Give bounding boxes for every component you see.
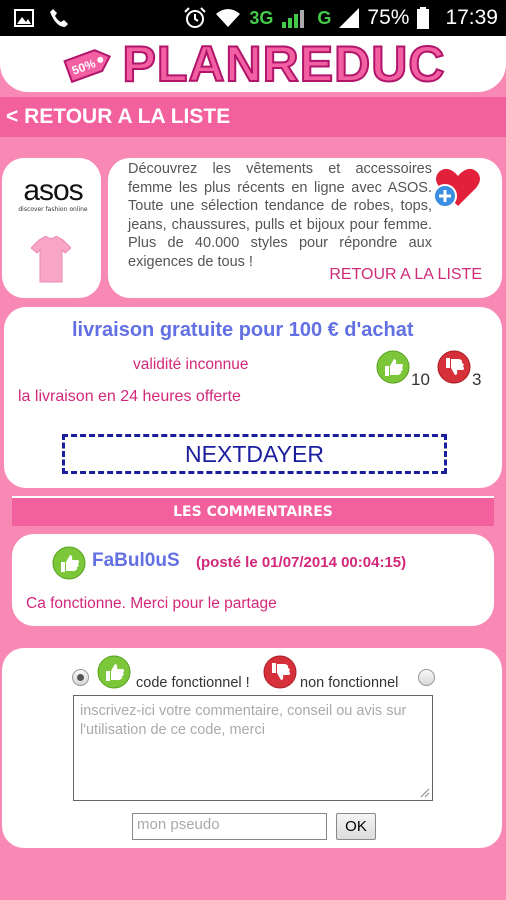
comment-text: Ca fonctionne. Merci pour le partage bbox=[26, 595, 277, 612]
network-type: 3G bbox=[249, 7, 274, 28]
back-to-list-button[interactable]: < RETOUR A LA LISTE bbox=[0, 97, 506, 137]
submit-button[interactable]: OK bbox=[336, 813, 376, 840]
radio-code-not-working[interactable] bbox=[418, 669, 435, 686]
phone-icon bbox=[50, 9, 68, 27]
back-to-list-link[interactable]: RETOUR A LA LISTE bbox=[329, 266, 482, 284]
offer-title: livraison gratuite pour 100 € d'achat bbox=[72, 319, 414, 341]
thumbs-down-icon[interactable] bbox=[437, 350, 471, 384]
battery-percent: 75% bbox=[367, 6, 410, 29]
pseudo-input[interactable]: mon pseudo bbox=[132, 813, 327, 840]
offer-validity: validité inconnue bbox=[133, 356, 249, 373]
vote-down-count: 3 bbox=[472, 370, 482, 389]
comment-item: FaBul0uS (posté le 01/07/2014 00:04:15) … bbox=[12, 534, 494, 626]
label-code-not-working: non fonctionnel bbox=[300, 675, 399, 691]
battery-icon bbox=[417, 7, 430, 29]
comment-form-card: code fonctionnel ! non fonctionnel inscr… bbox=[2, 648, 502, 848]
thumbs-up-icon bbox=[52, 546, 86, 580]
offer-card: livraison gratuite pour 100 € d'achat va… bbox=[4, 307, 502, 488]
offer-subtitle: la livraison en 24 heures offerte bbox=[18, 388, 241, 405]
radio-code-working[interactable] bbox=[72, 669, 89, 686]
thumbs-down-icon bbox=[263, 655, 297, 689]
app-header: 50% PLANREDUC bbox=[0, 35, 506, 93]
alarm-icon bbox=[184, 7, 207, 28]
status-bar: 3G G 75% 17:39 bbox=[0, 0, 506, 36]
vote-down: 3 bbox=[437, 350, 481, 389]
store-logo-card: asos discover fashion online bbox=[2, 158, 101, 298]
add-favorite-icon[interactable] bbox=[432, 166, 480, 210]
store-brand-logo: asos discover fashion online bbox=[18, 174, 88, 214]
comment-date: (posté le 01/07/2014 00:04:15) bbox=[196, 554, 407, 571]
label-code-working: code fonctionnel ! bbox=[136, 675, 250, 691]
image-icon bbox=[14, 9, 34, 27]
comment-textarea[interactable]: inscrivez-ici votre commentaire, conseil… bbox=[73, 695, 433, 801]
price-tag-icon: 50% bbox=[62, 49, 111, 84]
comment-author: FaBul0uS bbox=[92, 550, 180, 571]
vote-up-count: 10 bbox=[411, 370, 430, 389]
thumbs-up-icon[interactable] bbox=[376, 350, 410, 384]
store-description-card: Découvrez les vêtements et accessoires f… bbox=[108, 158, 502, 298]
vote-up: 10 bbox=[376, 350, 430, 389]
store-description: Découvrez les vêtements et accessoires f… bbox=[128, 161, 432, 270]
comments-header: LES COMMENTAIRES bbox=[12, 496, 494, 526]
resize-grip-icon[interactable] bbox=[420, 788, 430, 798]
signal-icon-2 bbox=[339, 8, 360, 28]
tshirt-icon bbox=[31, 236, 71, 283]
promo-code-box[interactable]: NEXTDAYER bbox=[62, 434, 447, 474]
signal-icon bbox=[282, 10, 305, 28]
app-logo: PLANREDUC bbox=[122, 35, 446, 93]
clock: 17:39 bbox=[445, 6, 498, 29]
thumbs-up-icon bbox=[97, 655, 131, 689]
wifi-icon bbox=[216, 9, 241, 27]
network-type-2: G bbox=[317, 7, 332, 28]
